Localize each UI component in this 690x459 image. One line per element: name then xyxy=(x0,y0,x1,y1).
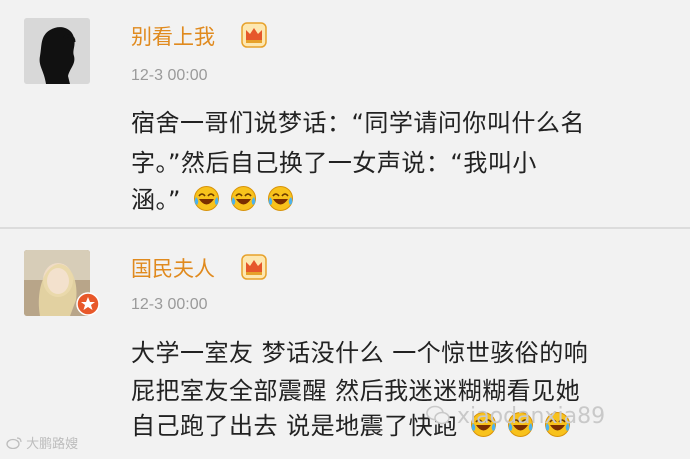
avatar[interactable] xyxy=(24,18,90,84)
comment-text-line-content: 自己跑了出去 说是地震了快跑 xyxy=(131,412,458,440)
laugh-cry-emoji-icon xyxy=(231,186,257,211)
verified-badge-icon xyxy=(76,292,100,316)
comment-item: 别看上我 12-3 00:00 宿舍一哥们说梦话：“同学请问你叫什么名 字。”然… xyxy=(0,0,690,228)
comment-text-line-content: 涵。” xyxy=(131,186,181,214)
comment-text-line: 字。”然后自己换了一女声说：“我叫小 xyxy=(131,149,537,177)
weibo-logo-icon xyxy=(6,437,22,450)
avatar-silhouette-icon xyxy=(24,18,90,84)
timestamp: 12-3 00:00 xyxy=(131,296,208,313)
laugh-cry-emoji-icon xyxy=(268,186,294,211)
comment-text-line: 屁把室友全部震醒 然后我迷迷糊糊看见她 xyxy=(131,377,581,405)
comment-text-line: 大学一室友 梦话没什么 一个惊世骇俗的响 xyxy=(131,339,589,367)
emoji-group xyxy=(185,186,296,214)
comment-text-line: 宿舍一哥们说梦话：“同学请问你叫什么名 xyxy=(131,109,585,137)
watermark-right: xiaodanxia89 xyxy=(426,404,605,429)
comment-text-line: 涵。” xyxy=(131,180,296,215)
crown-vip-icon xyxy=(241,254,267,280)
wechat-logo-icon xyxy=(426,405,450,425)
username[interactable]: 国民夫人 xyxy=(131,253,215,283)
watermark-left: 大鹏路嫂 xyxy=(6,433,78,452)
watermark-left-text: 大鹏路嫂 xyxy=(26,437,79,452)
username[interactable]: 别看上我 xyxy=(131,21,215,51)
watermark-right-text: xiaodanxia89 xyxy=(457,404,606,429)
crown-vip-icon xyxy=(241,22,267,48)
laugh-cry-emoji-icon xyxy=(194,186,220,211)
timestamp: 12-3 00:00 xyxy=(131,67,208,84)
